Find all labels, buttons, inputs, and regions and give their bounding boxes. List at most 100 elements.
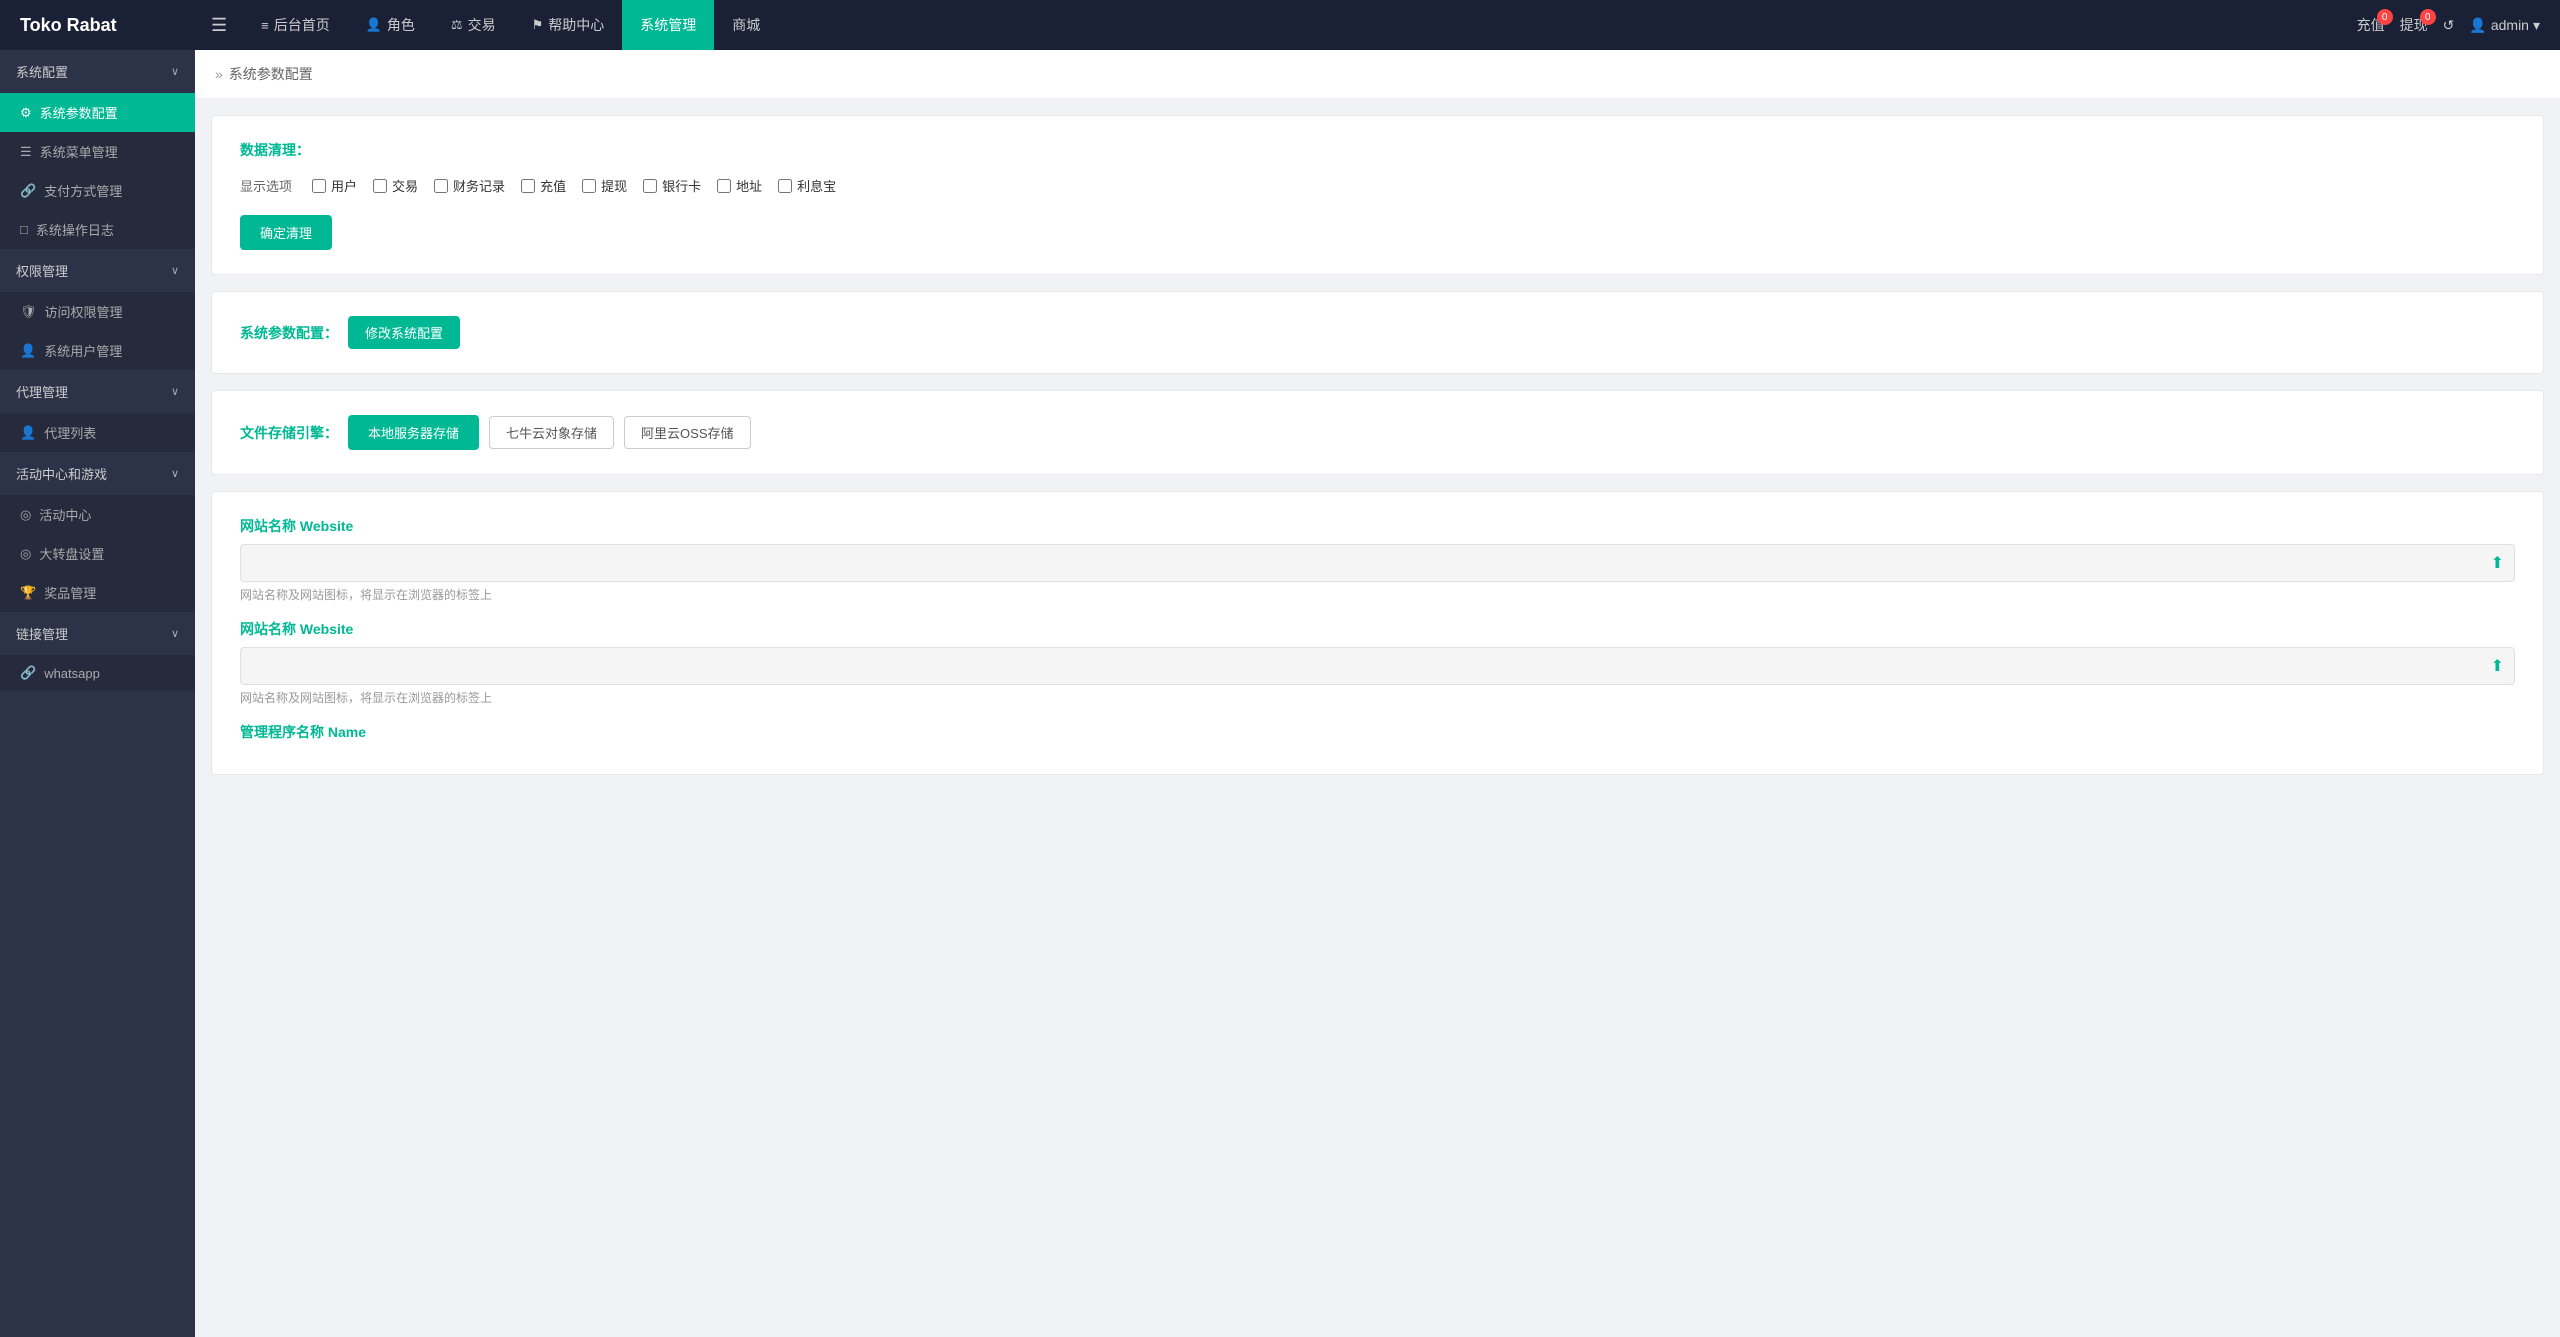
website-config-card: 网站名称 Website ⬆ 网站名称及网站图标，将显示在浏览器的标签上 网站名… (211, 491, 2544, 775)
nav-item-role[interactable]: 👤 角色 (348, 0, 433, 50)
checkbox-interest[interactable]: 利息宝 (778, 176, 836, 195)
website-name-input-1[interactable] (251, 556, 2491, 571)
breadcrumb-current: 系统参数配置 (229, 64, 313, 84)
spin-icon: ◎ (20, 546, 31, 562)
sidebar-subsection-permission: 🛡 访问权限管理 👤 系统用户管理 (0, 292, 195, 370)
sidebar-section-link[interactable]: 链接管理 ∨ (0, 612, 195, 655)
confirm-clean-button[interactable]: 确定清理 (240, 215, 332, 250)
qiniu-storage-button[interactable]: 七牛云对象存储 (489, 416, 614, 449)
nav-item-system[interactable]: 系统管理 (622, 0, 714, 50)
field-label-website-2: 网站名称 Website (240, 619, 2515, 639)
checkbox-bankcard-input[interactable] (643, 179, 657, 193)
prize-icon: 🏆 (20, 585, 36, 601)
file-storage-card: 文件存储引擎： 本地服务器存储 七牛云对象存储 阿里云OSS存储 (211, 390, 2544, 475)
user-menu[interactable]: 👤 admin ▾ (2469, 17, 2540, 34)
sidebar-subsection-agent: 👤 代理列表 (0, 413, 195, 452)
sidebar-item-menu-manage[interactable]: ☰ 系统菜单管理 (0, 132, 195, 171)
link-icon: 🔗 (20, 183, 36, 199)
agent-icon: 👤 (20, 425, 36, 441)
dashboard-icon: ≡ (261, 18, 269, 33)
checkbox-address[interactable]: 地址 (717, 176, 762, 195)
chevron-down-icon: ∨ (171, 65, 179, 78)
modify-system-config-button[interactable]: 修改系统配置 (348, 316, 460, 349)
page-body: 数据清理： 显示选项 用户 交易 财 (195, 99, 2560, 807)
sidebar-item-whatsapp[interactable]: 🔗 whatsapp (0, 655, 195, 691)
field-input-wrap-website-1: ⬆ (240, 544, 2515, 582)
file-storage-title: 文件存储引擎： (240, 423, 338, 443)
chevron-down-icon: ∨ (171, 385, 179, 398)
sidebar-item-operation-log[interactable]: □ 系统操作日志 (0, 210, 195, 249)
data-clean-title: 数据清理： (240, 140, 2515, 160)
system-config-title: 系统参数配置： (240, 323, 338, 343)
file-storage-row: 文件存储引擎： 本地服务器存储 七牛云对象存储 阿里云OSS存储 (240, 415, 2515, 450)
sidebar-section-system-config[interactable]: 系统配置 ∨ (0, 50, 195, 93)
sidebar-item-prize-manage[interactable]: 🏆 奖品管理 (0, 573, 195, 612)
sidebar-section-activity[interactable]: 活动中心和游戏 ∨ (0, 452, 195, 495)
data-clean-card: 数据清理： 显示选项 用户 交易 财 (211, 115, 2544, 275)
checkbox-recharge-input[interactable] (521, 179, 535, 193)
sidebar-item-payment-manage[interactable]: 🔗 支付方式管理 (0, 171, 195, 210)
sidebar-section-agent[interactable]: 代理管理 ∨ (0, 370, 195, 413)
menu-toggle-icon[interactable]: ☰ (195, 15, 243, 36)
sidebar-item-access-control[interactable]: 🛡 访问权限管理 (0, 292, 195, 331)
field-hint-website-1: 网站名称及网站图标，将显示在浏览器的标签上 (240, 586, 2515, 603)
display-options-label: 显示选项 (240, 176, 292, 195)
nav-item-dashboard[interactable]: ≡ 后台首页 (243, 0, 348, 50)
user-icon: 👤 (2469, 17, 2486, 34)
whatsapp-icon: 🔗 (20, 665, 36, 681)
checkbox-recharge[interactable]: 充值 (521, 176, 566, 195)
refresh-button[interactable]: ↺ (2443, 17, 2455, 34)
top-navigation: Toko Rabat ☰ ≡ 后台首页 👤 角色 ⚖ 交易 ⚑ 帮助中心 系统管… (0, 0, 2560, 50)
nav-item-help[interactable]: ⚑ 帮助中心 (514, 0, 623, 50)
user-icon: 👤 (20, 343, 36, 359)
sidebar-item-activity-center[interactable]: ◎ 活动中心 (0, 495, 195, 534)
withdraw-button[interactable]: 提现 0 (2400, 15, 2428, 35)
main-layout: 系统配置 ∨ ⚙ 系统参数配置 ☰ 系统菜单管理 🔗 支付方式管理 □ 系统操作… (0, 50, 2560, 1337)
website-config-form: 网站名称 Website ⬆ 网站名称及网站图标，将显示在浏览器的标签上 网站名… (240, 516, 2515, 742)
recharge-button[interactable]: 充值 0 (2357, 15, 2385, 35)
sidebar-section-title: 系统配置 (16, 62, 68, 81)
log-icon: □ (20, 222, 28, 237)
checkbox-group: 用户 交易 财务记录 充值 (312, 176, 836, 195)
sidebar-section-title: 链接管理 (16, 624, 68, 643)
field-label-admin-name: 管理程序名称 Name (240, 722, 2515, 742)
checkbox-user[interactable]: 用户 (312, 176, 357, 195)
sidebar-item-user-manage[interactable]: 👤 系统用户管理 (0, 331, 195, 370)
checkbox-transaction-input[interactable] (373, 179, 387, 193)
upload-icon-1[interactable]: ⬆ (2491, 553, 2504, 573)
nav-item-transaction[interactable]: ⚖ 交易 (433, 0, 514, 50)
brand-logo: Toko Rabat (0, 15, 195, 36)
aliyun-oss-button[interactable]: 阿里云OSS存储 (624, 416, 750, 449)
website-name-input-2[interactable] (251, 659, 2491, 674)
checkbox-address-input[interactable] (717, 179, 731, 193)
checkbox-user-input[interactable] (312, 179, 326, 193)
sidebar-subsection-system-config: ⚙ 系统参数配置 ☰ 系统菜单管理 🔗 支付方式管理 □ 系统操作日志 (0, 93, 195, 249)
main-content: » 系统参数配置 数据清理： 显示选项 用户 交易 (195, 50, 2560, 1337)
menu-icon: ☰ (20, 144, 32, 160)
checkbox-finance-input[interactable] (434, 179, 448, 193)
withdraw-badge: 0 (2420, 9, 2436, 25)
shield-icon: 🛡 (20, 304, 37, 320)
checkbox-bankcard[interactable]: 银行卡 (643, 176, 701, 195)
sidebar-item-agent-list[interactable]: 👤 代理列表 (0, 413, 195, 452)
chevron-down-icon: ∨ (171, 467, 179, 480)
role-icon: 👤 (366, 17, 382, 33)
chevron-down-icon: ∨ (171, 627, 179, 640)
chevron-down-icon: ▾ (2533, 17, 2540, 34)
local-storage-button[interactable]: 本地服务器存储 (348, 415, 479, 450)
sidebar-item-system-params[interactable]: ⚙ 系统参数配置 (0, 93, 195, 132)
nav-item-shop[interactable]: 商城 (714, 0, 778, 50)
sidebar-section-permission[interactable]: 权限管理 ∨ (0, 249, 195, 292)
nav-right: 充值 0 提现 0 ↺ 👤 admin ▾ (2357, 15, 2560, 35)
checkbox-interest-input[interactable] (778, 179, 792, 193)
data-clean-row: 显示选项 用户 交易 财务记录 (240, 176, 2515, 195)
checkbox-finance[interactable]: 财务记录 (434, 176, 505, 195)
field-label-website-1: 网站名称 Website (240, 516, 2515, 536)
upload-icon-2[interactable]: ⬆ (2491, 656, 2504, 676)
checkbox-transaction[interactable]: 交易 (373, 176, 418, 195)
checkbox-withdraw-input[interactable] (582, 179, 596, 193)
checkbox-withdraw[interactable]: 提现 (582, 176, 627, 195)
sidebar: 系统配置 ∨ ⚙ 系统参数配置 ☰ 系统菜单管理 🔗 支付方式管理 □ 系统操作… (0, 50, 195, 1337)
sidebar-subsection-link: 🔗 whatsapp (0, 655, 195, 691)
sidebar-item-spin-wheel[interactable]: ◎ 大转盘设置 (0, 534, 195, 573)
